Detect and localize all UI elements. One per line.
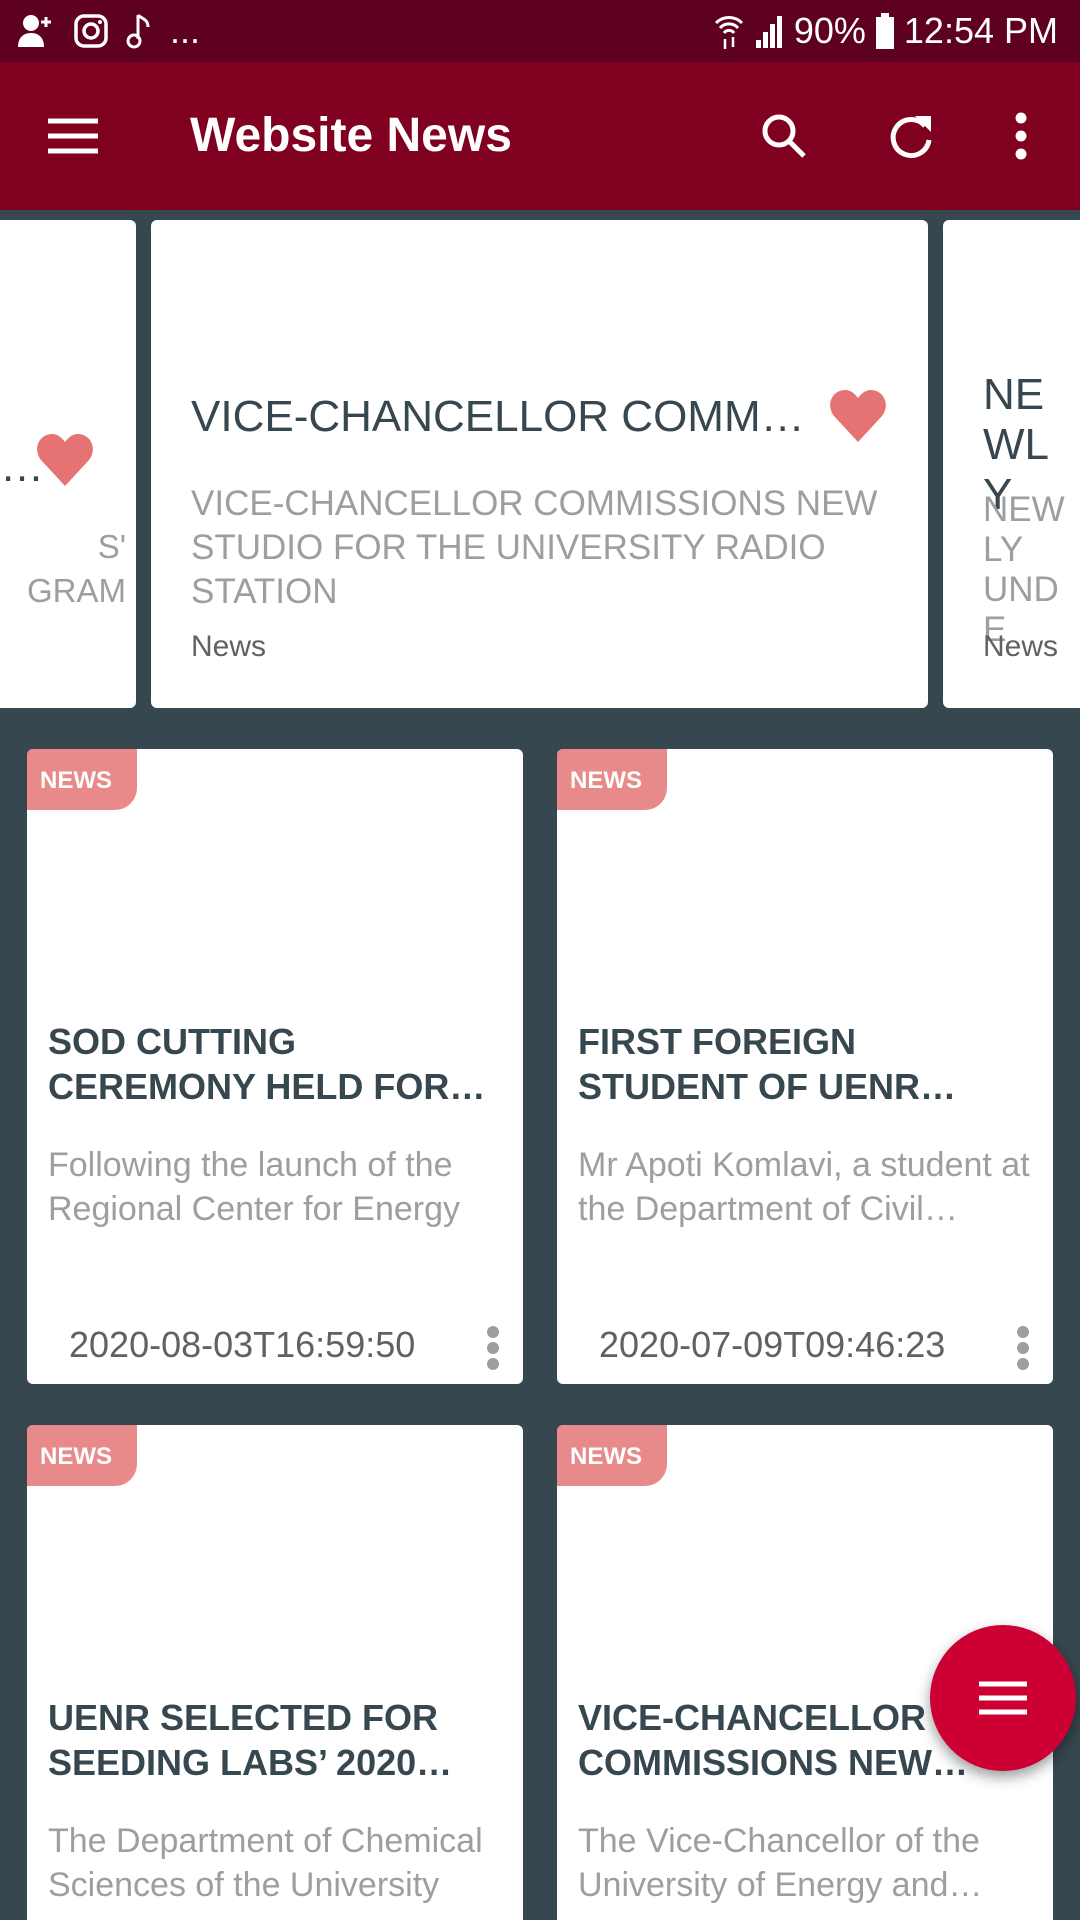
menu-button[interactable] (43, 106, 103, 166)
add-user-icon (18, 15, 51, 47)
category-badge: NEWS (27, 749, 137, 810)
menu-icon (48, 118, 98, 154)
battery-icon (875, 13, 894, 49)
carousel-card-desc-line: GRAM (27, 572, 126, 609)
notification-overflow: ... (170, 10, 201, 51)
news-card[interactable]: NEWS FIRST FOREIGN STUDENT OF UENR DEFEN… (557, 749, 1053, 1384)
news-card-desc: The Department of Chemical Sciences of t… (48, 1822, 483, 1904)
music-note-icon (126, 13, 150, 49)
app-toolbar: Website News (0, 62, 1080, 210)
menu-fab[interactable] (930, 1625, 1076, 1771)
news-card[interactable]: NEWS UENR SELECTED FOR SEEDING LABS’ 202… (27, 1425, 523, 1920)
carousel-card-category: News (983, 630, 1059, 663)
news-card-desc: Mr Apoti Komlavi, a student at the Depar… (578, 1146, 1030, 1228)
carousel-card-desc: VICE-CHANCELLOR COMMISSIONS NEW STUDIO F… (191, 484, 878, 611)
carousel-card-desc-line: NEWLY (983, 490, 1065, 569)
category-badge: NEWS (27, 1425, 137, 1486)
news-card-date: 2020-08-03T16:59:50 (69, 1324, 416, 1365)
news-card-desc: The Vice-Chancellor of the University of… (578, 1822, 980, 1904)
signal-icon (755, 16, 782, 48)
category-badge: NEWS (557, 749, 667, 810)
refresh-icon (890, 116, 932, 158)
more-options-button[interactable] (991, 106, 1051, 166)
wifi-icon (714, 16, 743, 49)
news-card-date: 2020-07-09T09:46:23 (599, 1324, 946, 1365)
page-title: Website News (190, 109, 512, 162)
menu-icon (979, 1681, 1027, 1715)
favorite-heart-icon[interactable] (829, 390, 887, 442)
news-card-title: SOD CUTTING CEREMONY HELD FOR THE REGION… (48, 1021, 450, 1107)
carousel-card-category: News (191, 630, 267, 663)
status-bar: ... 90% 12:54 PM (0, 0, 1080, 62)
carousel-card-desc-line: S' (97, 528, 126, 565)
carousel-card[interactable]: VICE-CHANCELLOR COMMISSIONS NEW STUDIO F… (151, 220, 928, 708)
news-card-title: FIRST FOREIGN STUDENT OF UENR DEFENDS (578, 1021, 920, 1107)
search-button[interactable] (754, 106, 814, 166)
favorite-heart-icon[interactable] (36, 434, 94, 486)
card-more-icon[interactable] (1013, 1324, 1033, 1372)
more-vert-icon (1015, 112, 1027, 160)
carousel-card[interactable]: … S' GRAM (0, 220, 136, 708)
instagram-icon (74, 14, 108, 48)
carousel-card-title: VICE-CHANCELLOR COMMISSIONS NEW STUDIO F… (191, 392, 811, 441)
battery-percent: 90% (793, 10, 866, 51)
news-card-desc: Following the launch of the Regional Cen… (48, 1146, 461, 1228)
carousel-card[interactable]: NEWLY NEWLY UNDE News (943, 220, 1080, 708)
category-badge: NEWS (557, 1425, 667, 1486)
card-more-icon[interactable] (483, 1324, 503, 1372)
clock: 12:54 PM (903, 10, 1058, 51)
refresh-button[interactable] (881, 106, 941, 166)
news-card-title: UENR SELECTED FOR SEEDING LABS’ 2020 INS… (48, 1697, 439, 1783)
search-icon (762, 114, 806, 158)
news-card[interactable]: NEWS SOD CUTTING CEREMONY HELD FOR THE R… (27, 749, 523, 1384)
